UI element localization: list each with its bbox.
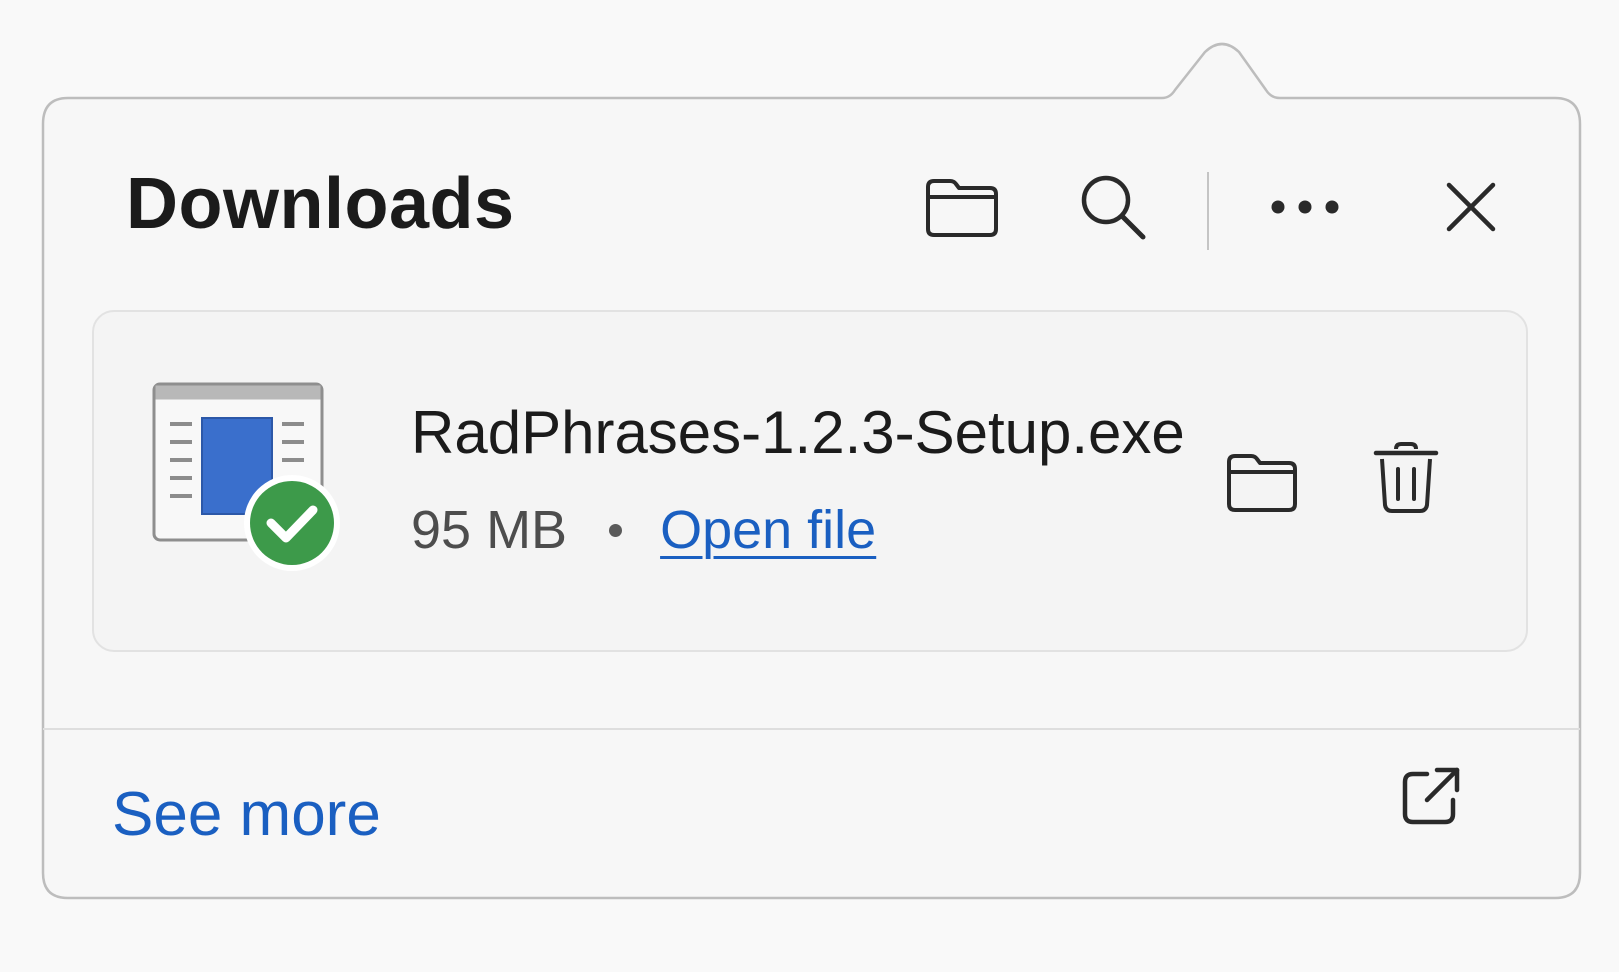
open-downloads-folder-button[interactable]: [917, 162, 1007, 252]
open-downloads-page-button[interactable]: [1377, 740, 1487, 850]
download-file-name: RadPhrases-1.2.3-Setup.exe: [411, 399, 1185, 466]
open-external-icon: [1402, 767, 1460, 825]
more-options-button[interactable]: [1260, 162, 1350, 252]
folder-icon: [1227, 454, 1297, 512]
close-icon: [1446, 182, 1496, 232]
delete-download-button[interactable]: [1356, 428, 1456, 528]
see-more-link[interactable]: See more: [112, 780, 381, 850]
download-item[interactable]: RadPhrases-1.2.3-Setup.exe 95 MB Open fi…: [92, 310, 1528, 652]
installer-exe-icon: [150, 380, 350, 580]
show-in-folder-button[interactable]: [1212, 432, 1312, 532]
folder-icon: [926, 179, 998, 237]
downloads-stage: Downloads RadPhrases-1.2.3-Setup.exe 95 …: [0, 0, 1619, 972]
meta-separator-dot: [609, 523, 623, 537]
panel-title: Downloads: [126, 164, 515, 244]
download-file-size: 95 MB: [411, 500, 568, 560]
checkmark-circle-icon: [244, 475, 340, 571]
footer-divider: [43, 728, 1580, 730]
downloads-panel: Downloads RadPhrases-1.2.3-Setup.exe 95 …: [43, 100, 1580, 897]
search-downloads-button[interactable]: [1068, 162, 1158, 252]
panel-header: Downloads: [43, 100, 1580, 300]
header-divider: [1207, 172, 1209, 250]
close-button[interactable]: [1426, 162, 1516, 252]
trash-icon: [1373, 442, 1439, 513]
open-file-link[interactable]: Open file: [660, 497, 876, 563]
download-meta: 95 MB Open file: [411, 497, 876, 563]
more-horizontal-icon: [1271, 200, 1339, 214]
search-icon: [1081, 175, 1146, 240]
